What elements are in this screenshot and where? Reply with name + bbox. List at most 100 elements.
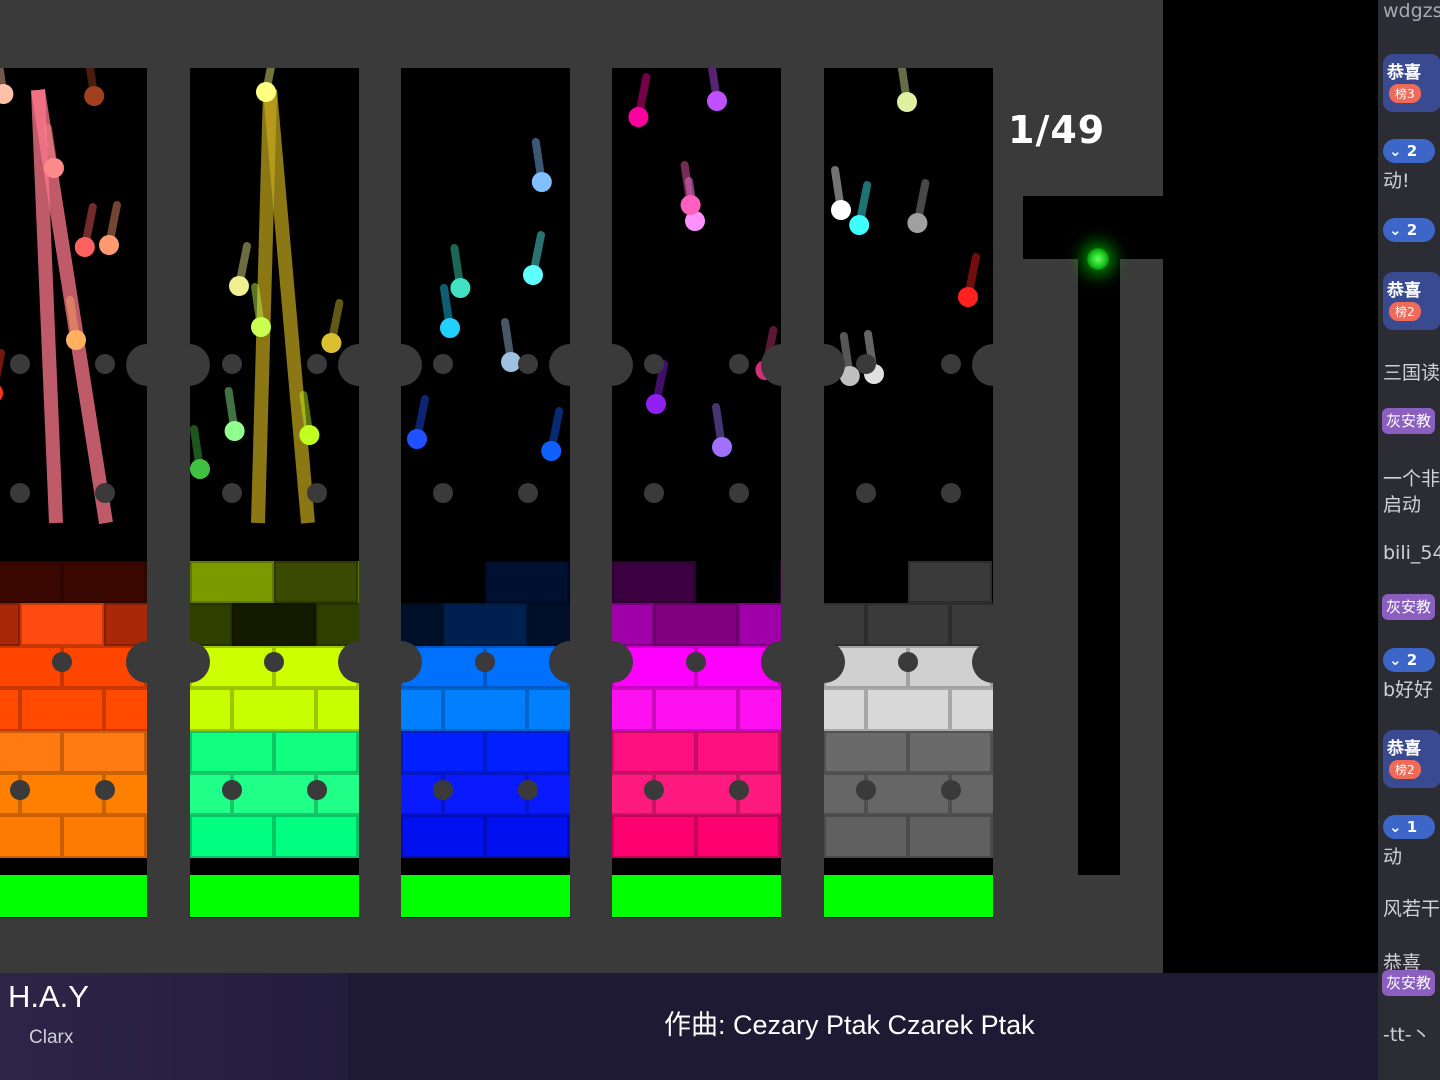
divider-knob xyxy=(126,344,210,386)
peg xyxy=(729,483,749,503)
ball xyxy=(0,385,3,401)
ball xyxy=(712,437,732,457)
ground-bar xyxy=(824,875,993,917)
chat-rank-badge: 榜2 xyxy=(1389,760,1421,779)
chat-level-badge: ⌄ 2 xyxy=(1383,139,1435,163)
peg xyxy=(433,483,453,503)
chat-message: bili_54 xyxy=(1383,542,1440,564)
peg xyxy=(856,780,876,800)
column-gray xyxy=(824,68,993,918)
peg xyxy=(95,354,115,374)
peg xyxy=(52,652,72,672)
peg xyxy=(475,652,495,672)
chat-message: 动 xyxy=(1383,846,1403,868)
ground-bar xyxy=(612,875,781,917)
chat-message: 风若干 xyxy=(1383,898,1440,920)
ball xyxy=(99,235,119,255)
divider-knob xyxy=(338,344,422,386)
peg xyxy=(95,483,115,503)
peg xyxy=(644,780,664,800)
game-board: 1/49 xyxy=(0,0,1163,973)
ball xyxy=(628,107,649,127)
peg xyxy=(10,354,30,374)
peg xyxy=(941,354,961,374)
song-box: H.A.Y Clarx xyxy=(0,973,348,1080)
ball xyxy=(450,278,471,298)
ball xyxy=(74,237,95,257)
ball xyxy=(84,86,105,106)
chat-gift-text: 恭喜 xyxy=(1387,63,1421,83)
peg xyxy=(222,483,242,503)
column-yellow xyxy=(190,68,359,918)
peg xyxy=(307,354,327,374)
peg xyxy=(433,780,453,800)
chat-message: 动! xyxy=(1383,170,1410,192)
ground-bar xyxy=(401,875,570,917)
divider-knob xyxy=(972,344,1014,386)
chat-top-name: wdgzs xyxy=(1383,0,1440,22)
divider-knob xyxy=(338,641,422,683)
chat-level-badge: ⌄ 1 xyxy=(1383,815,1435,839)
ball xyxy=(523,265,543,285)
ball xyxy=(321,333,342,353)
ball xyxy=(251,317,271,337)
ball xyxy=(44,158,64,178)
composer-credit: 作曲: Cezary Ptak Czarek Ptak xyxy=(664,1010,1035,1040)
tube-light xyxy=(1087,248,1109,270)
column-red xyxy=(0,68,147,918)
chat-gift-text: 恭喜 xyxy=(1387,739,1421,759)
peg xyxy=(729,354,749,374)
peg xyxy=(856,354,876,374)
peg xyxy=(222,354,242,374)
peg xyxy=(433,354,453,374)
chat-message: 一个非 xyxy=(1383,468,1440,490)
ball xyxy=(646,394,666,414)
chat-rank-badge: 榜2 xyxy=(1389,302,1421,321)
peg xyxy=(518,354,538,374)
peg xyxy=(686,652,706,672)
laser-beam xyxy=(263,89,315,524)
ball xyxy=(707,91,727,111)
launch-tube xyxy=(1078,259,1120,875)
peg xyxy=(644,354,664,374)
chat-message: -tt-丶 xyxy=(1383,1024,1431,1046)
chat-message: 三国读 xyxy=(1383,362,1440,384)
peg xyxy=(729,780,749,800)
ball xyxy=(224,421,245,441)
ball xyxy=(66,330,86,350)
chat-level-badge: ⌄ 2 xyxy=(1383,648,1435,672)
ball xyxy=(907,213,928,233)
divider-knob xyxy=(761,641,845,683)
ball xyxy=(299,425,320,445)
divider-knob xyxy=(972,641,1014,683)
peg xyxy=(644,483,664,503)
peg xyxy=(10,483,30,503)
ball-layer xyxy=(831,68,980,386)
chat-message: b好好 xyxy=(1383,679,1434,701)
peg xyxy=(95,780,115,800)
chat-gift-text: 恭喜 xyxy=(1387,281,1421,301)
song-info-bar: H.A.Y Clarx 作曲: Cezary Ptak Czarek Ptak xyxy=(0,973,1378,1080)
chat-gift: 恭喜 榜3 xyxy=(1383,54,1440,112)
ball xyxy=(256,82,276,102)
peg xyxy=(307,780,327,800)
song-artist: Clarx xyxy=(29,1027,74,1048)
empty-area xyxy=(1163,0,1378,1080)
peg xyxy=(941,780,961,800)
column-blue xyxy=(401,68,570,918)
chat-message: 启动 xyxy=(1383,494,1422,516)
song-title: H.A.Y xyxy=(8,979,89,1014)
chat-level-badge: ⌄ 2 xyxy=(1383,218,1435,242)
ball xyxy=(541,441,562,461)
level-counter: 1/49 xyxy=(1008,108,1106,152)
chat-rank-badge: 榜3 xyxy=(1389,84,1421,103)
ball xyxy=(897,92,917,112)
ball xyxy=(831,200,851,220)
ball xyxy=(407,429,427,449)
ball xyxy=(531,172,552,192)
chat-fan-badge: 灰安教 xyxy=(1382,408,1436,434)
peg xyxy=(518,780,538,800)
ball xyxy=(680,195,701,215)
chat-panel: wdgzs 恭喜 榜3 ⌄ 2 动! ⌄ 2 恭喜 榜2 三国读 灰安教 一个非 启动 bili_54… xyxy=(1378,0,1440,1080)
ball xyxy=(958,287,978,307)
